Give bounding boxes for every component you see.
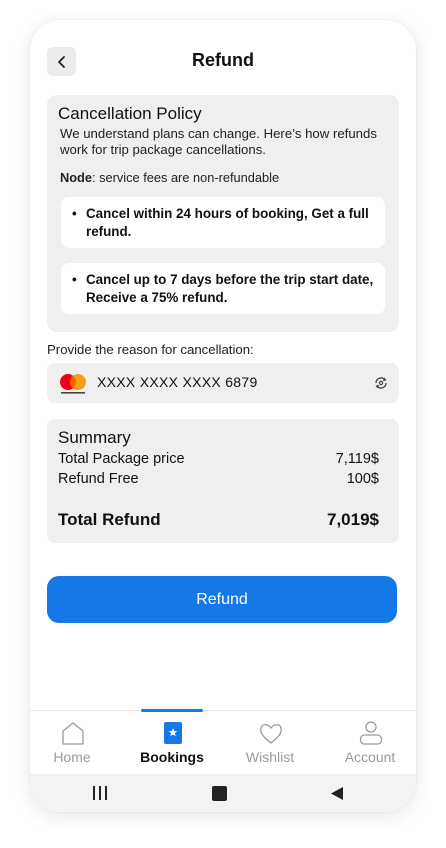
tab-label: Bookings — [140, 749, 204, 765]
refresh-icon[interactable] — [373, 375, 389, 391]
policy-rule: • Cancel within 24 hours of booking, Get… — [61, 197, 385, 248]
refund-button[interactable]: Refund — [47, 576, 397, 623]
bullet: • — [72, 206, 77, 221]
summary-total-row: Total Refund 7,019$ — [58, 510, 379, 530]
phone-screen: Refund Cancellation Policy We understand… — [30, 20, 416, 812]
tab-home[interactable]: Home — [30, 711, 120, 775]
policy-note: Node: service fees are non-refundable — [60, 170, 279, 185]
tab-label: Home — [53, 749, 91, 765]
reason-label: Provide the reason for cancellation: — [47, 342, 254, 357]
user-icon — [359, 721, 383, 745]
bullet: • — [72, 272, 77, 287]
tab-bookings[interactable]: Bookings — [124, 711, 220, 775]
refund-fee-value: 100$ — [346, 471, 379, 487]
tab-label: Wishlist — [245, 749, 295, 765]
payment-card-field[interactable]: XXXX XXXX XXXX 6879 — [47, 363, 399, 403]
system-navigation-bar — [30, 774, 416, 812]
tab-wishlist[interactable]: Wishlist — [222, 711, 318, 775]
rule-text: Cancel within 24 hours of booking, Get a… — [86, 206, 369, 239]
home-button[interactable] — [209, 784, 229, 802]
triangle-back-icon — [331, 786, 343, 800]
square-home-icon — [211, 785, 227, 801]
summary-row: Total Package price 7,119$ — [58, 451, 379, 467]
package-price-label: Total Package price — [58, 451, 185, 467]
total-refund-label: Total Refund — [58, 510, 161, 529]
note-label: Node — [60, 170, 92, 185]
bookings-icon — [164, 722, 182, 744]
total-refund-value: 7,019$ — [327, 510, 379, 529]
summary-heading: Summary — [58, 428, 131, 447]
policy-heading: Cancellation Policy — [58, 104, 202, 123]
policy-rule: • Cancel up to 7 days before the trip st… — [61, 263, 385, 314]
heart-icon — [260, 723, 282, 744]
tab-label: Account — [344, 749, 396, 765]
home-icon — [62, 722, 84, 745]
summary-panel: Summary Total Package price 7,119$ Refun… — [47, 419, 399, 543]
tab-account[interactable]: Account — [322, 711, 416, 775]
rule-text: Cancel up to 7 days before the trip star… — [86, 272, 374, 305]
note-text: : service fees are non-refundable — [92, 170, 280, 185]
cancellation-policy-panel: Cancellation Policy We understand plans … — [47, 95, 399, 332]
refund-fee-label: Refund Free — [58, 471, 139, 487]
back-nav-button[interactable] — [327, 784, 347, 802]
card-number: XXXX XXXX XXXX 6879 — [97, 374, 258, 390]
recent-apps-icon — [93, 786, 107, 800]
summary-row: Refund Free 100$ — [58, 471, 379, 487]
recent-apps-button[interactable] — [90, 784, 110, 802]
mastercard-icon — [60, 374, 86, 394]
package-price-value: 7,119$ — [335, 451, 379, 467]
bottom-tab-bar: Home Bookings Wishlist Account — [30, 709, 416, 775]
page-title: Refund — [192, 50, 254, 70]
policy-description: We understand plans can change. Here’s h… — [60, 126, 377, 157]
